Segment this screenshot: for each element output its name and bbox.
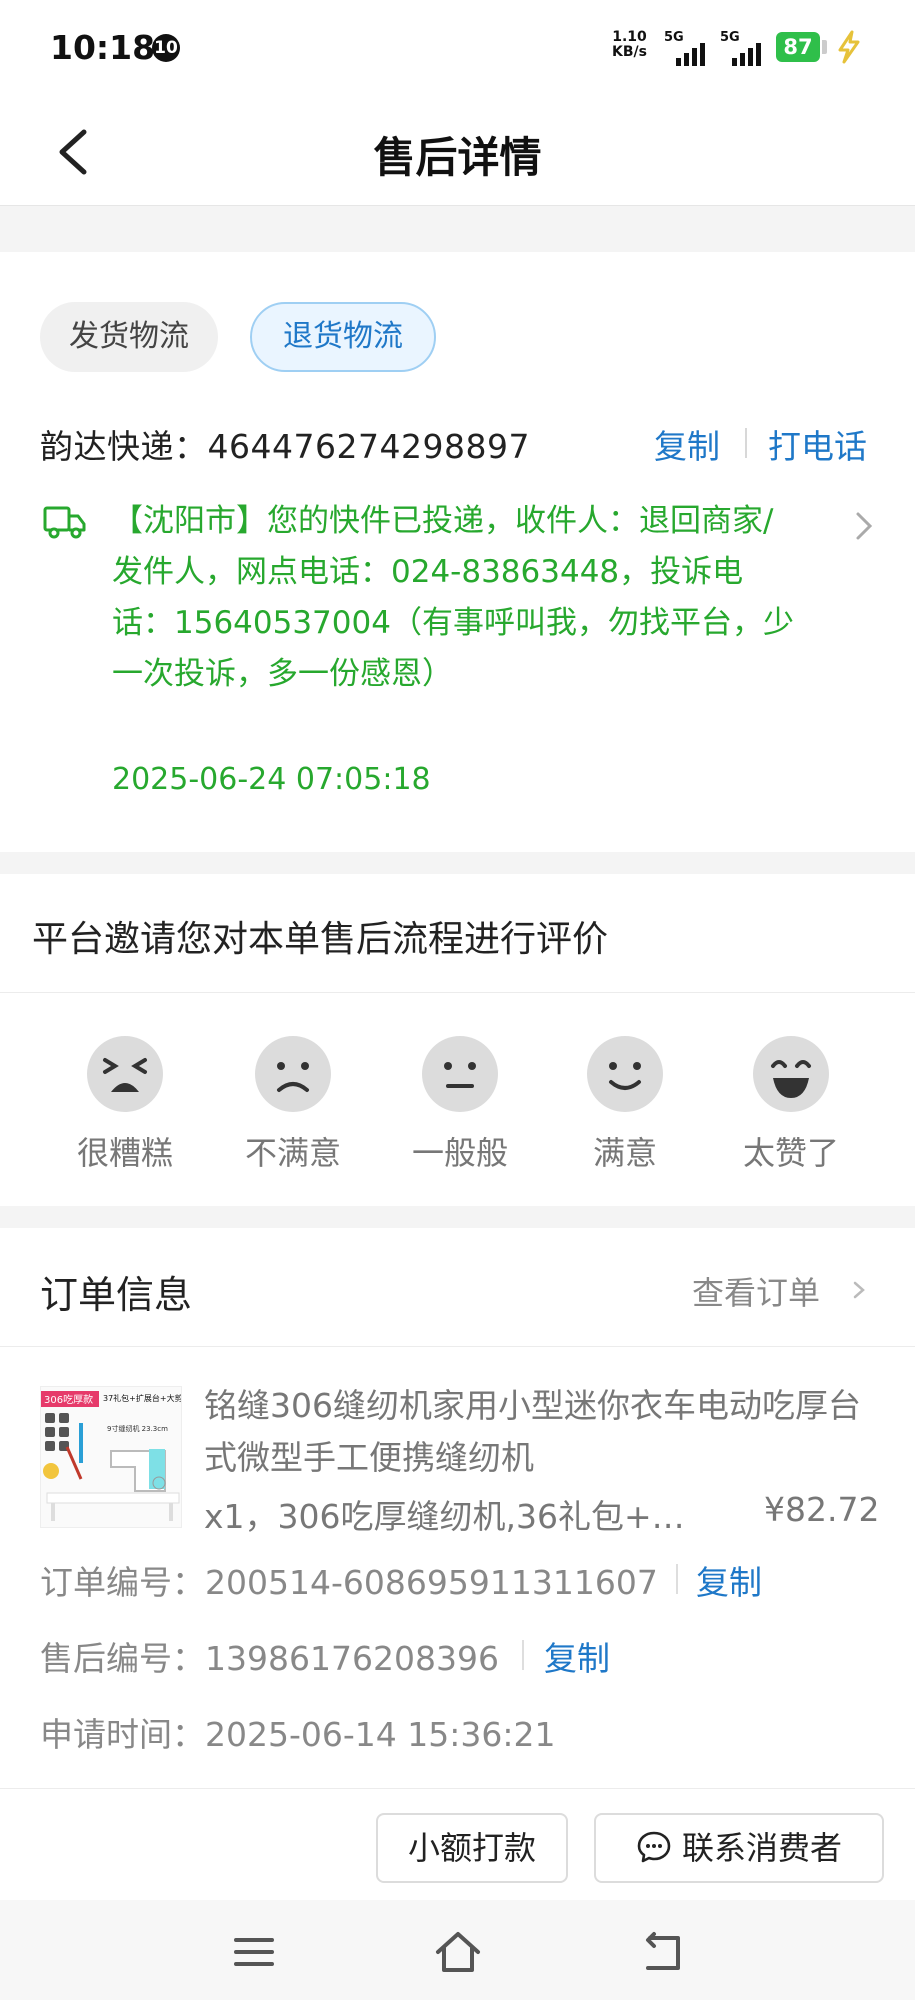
satisfied-face-icon xyxy=(587,1036,663,1112)
network-speed-value: 1.10 xyxy=(612,29,647,45)
divider xyxy=(522,1640,524,1670)
image-promo-text: 37礼包+扩展台+大剪刀 xyxy=(103,1393,182,1403)
chat-bubble-icon xyxy=(637,1831,671,1863)
charging-icon xyxy=(838,30,860,64)
network-speed-unit: KB/s xyxy=(612,44,647,60)
sim2-signal-icon: 5G xyxy=(720,30,768,66)
copy-order-number-button[interactable]: 复制 xyxy=(696,1556,762,1604)
section-gap xyxy=(0,206,915,252)
divider xyxy=(676,1564,678,1594)
very-bad-face-icon xyxy=(87,1036,163,1112)
rating-card: 平台邀请您对本单售后流程进行评价 很糟糕 不满意 一般般 满意 太赞了 xyxy=(0,874,915,1206)
battery-tip xyxy=(822,40,827,54)
product-price: ¥82.72 xyxy=(764,1490,880,1529)
logistics-card: 发货物流 退货物流 韵达快递：464476274298897 复制 打电话 【沈… xyxy=(0,252,915,852)
network-speed: 1.10 KB/s xyxy=(612,30,647,60)
divider xyxy=(0,992,915,993)
rating-option-neutral[interactable]: 一般般 xyxy=(395,1034,525,1174)
product-name[interactable]: 铭缝306缝纫机家用小型迷你衣车电动吃厚台式微型手工便携缝纫机 xyxy=(204,1380,884,1484)
divider xyxy=(0,1346,915,1347)
rating-label: 满意 xyxy=(592,1134,657,1172)
order-number-row: 订单编号：200514-608695911311607 xyxy=(40,1556,658,1604)
chevron-right-icon[interactable] xyxy=(852,1280,866,1300)
image-size-text: 9寸缝纫机 23.3cm xyxy=(107,1424,168,1433)
order-info-card: 订单信息 查看订单 306吃厚款 37礼包+扩展台+大剪刀 9寸缝纫机 23.3… xyxy=(0,1228,915,1788)
rating-option-excellent[interactable]: 太赞了 xyxy=(726,1034,856,1174)
menu-icon[interactable] xyxy=(230,1930,278,1974)
order-number-value: 200514-608695911311607 xyxy=(205,1563,658,1602)
contact-consumer-button[interactable]: 联系消费者 xyxy=(594,1813,884,1883)
product-thumbnail[interactable]: 306吃厚款 37礼包+扩展台+大剪刀 9寸缝纫机 23.3cm xyxy=(40,1386,182,1528)
tab-shipping-logistics[interactable]: 发货物流 xyxy=(40,302,218,372)
call-courier-button[interactable]: 打电话 xyxy=(768,420,867,468)
page-title: 售后详情 xyxy=(373,133,542,182)
rating-option-unsatisfied[interactable]: 不满意 xyxy=(228,1034,358,1174)
contact-consumer-label: 联系消费者 xyxy=(681,1829,842,1867)
rating-option-satisfied[interactable]: 满意 xyxy=(560,1034,690,1174)
battery-level: 87 xyxy=(776,32,820,62)
page-header: 售后详情 xyxy=(0,100,915,206)
bottom-action-bar: 小额打款 联系消费者 xyxy=(0,1788,915,1900)
order-info-title: 订单信息 xyxy=(40,1273,193,1317)
small-transfer-button[interactable]: 小额打款 xyxy=(376,1813,568,1883)
truck-icon xyxy=(43,506,86,539)
after-sale-number-value: 13986176208396 xyxy=(205,1639,499,1678)
home-icon[interactable] xyxy=(434,1930,482,1974)
unsatisfied-face-icon xyxy=(255,1036,331,1112)
after-sale-number-label: 售后编号： xyxy=(40,1639,205,1678)
back-nav-icon[interactable] xyxy=(638,1930,686,1974)
rating-label: 很糟糕 xyxy=(76,1134,173,1172)
notification-count-badge: 10 xyxy=(152,34,180,62)
after-sale-number-row: 售后编号：13986176208396 xyxy=(40,1632,499,1680)
sewing-machine-image: 306吃厚款 37礼包+扩展台+大剪刀 9寸缝纫机 23.3cm xyxy=(41,1387,182,1527)
apply-time-value: 2025-06-14 15:36:21 xyxy=(205,1715,556,1754)
view-order-link[interactable]: 查看订单 xyxy=(692,1268,820,1314)
divider xyxy=(745,428,747,458)
system-nav-bar xyxy=(0,1900,915,2000)
rating-label: 不满意 xyxy=(244,1134,341,1172)
copy-after-sale-number-button[interactable]: 复制 xyxy=(544,1632,610,1680)
rating-option-very-bad[interactable]: 很糟糕 xyxy=(60,1034,190,1174)
sim1-signal-icon: 5G xyxy=(664,30,712,66)
chevron-right-icon[interactable] xyxy=(852,508,876,544)
courier-tracking-number: 韵达快递：464476274298897 xyxy=(40,427,530,466)
rating-label: 太赞了 xyxy=(742,1134,839,1172)
status-time: 10:18 xyxy=(50,28,156,67)
section-gap xyxy=(0,1206,915,1228)
status-bar: 10:18 10 1.10 KB/s 5G 5G 87 xyxy=(0,0,915,100)
excellent-face-icon xyxy=(753,1036,829,1112)
copy-tracking-button[interactable]: 复制 xyxy=(654,420,720,468)
apply-time-row: 申请时间：2025-06-14 15:36:21 xyxy=(40,1708,555,1756)
rating-title: 平台邀请您对本单售后流程进行评价 xyxy=(32,919,609,960)
tab-return-logistics[interactable]: 退货物流 xyxy=(250,302,436,372)
neutral-face-icon xyxy=(422,1036,498,1112)
apply-time-label: 申请时间： xyxy=(40,1715,205,1754)
latest-tracking-time: 2025-06-24 07:05:18 xyxy=(112,762,431,797)
image-badge-text: 306吃厚款 xyxy=(44,1393,93,1406)
latest-tracking-status[interactable]: 【沈阳市】您的快件已投递，收件人：退回商家/发件人，网点电话：024-83863… xyxy=(112,496,802,700)
product-spec: x1，306吃厚缝纫机,36礼包+扩展台+大剪刀 xyxy=(204,1497,694,1536)
section-gap xyxy=(0,852,915,874)
order-number-label: 订单编号： xyxy=(40,1563,205,1602)
rating-label: 一般般 xyxy=(411,1134,508,1172)
